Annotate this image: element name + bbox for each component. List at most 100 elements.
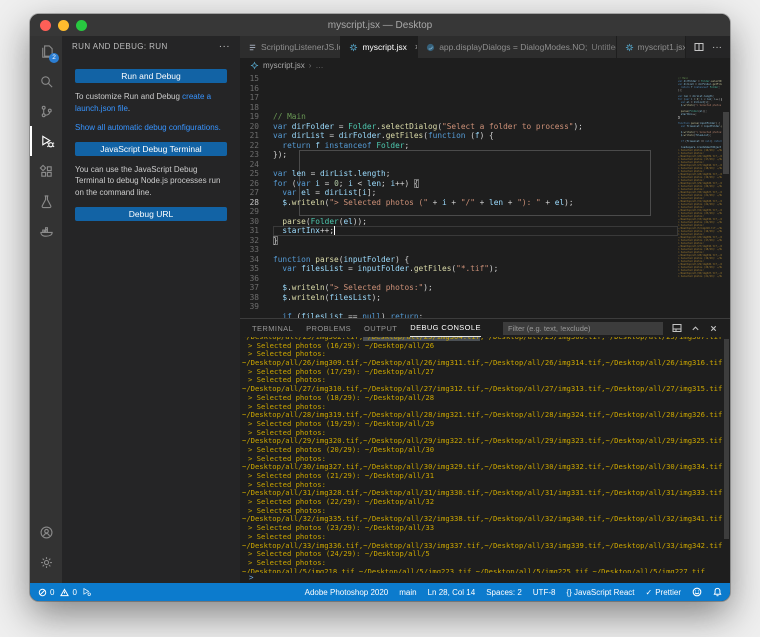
bottom-panel: TERMINAL PROBLEMS OUTPUT DEBUG CONSOLE ~… xyxy=(240,318,730,583)
code-line[interactable]: $.writeln("> Selected photos (" + i + "/… xyxy=(273,198,678,208)
tab-debug-console[interactable]: DEBUG CONSOLE xyxy=(410,319,481,337)
encoding-status[interactable]: UTF-8 xyxy=(533,588,556,597)
console-line: ~/Desktop/all/28/img319.tif,~/Desktop/al… xyxy=(242,411,723,420)
notifications-bell-icon[interactable] xyxy=(713,587,722,597)
code-line[interactable]: var dirFolder = Folder.selectDialog("Sel… xyxy=(273,122,678,132)
code-line[interactable]: $.writeln(filesList); xyxy=(273,293,678,303)
code-line[interactable] xyxy=(273,103,678,113)
code-line[interactable]: var filesList = inputFolder.getFiles("*.… xyxy=(273,264,678,274)
code-lines[interactable]: // Mainvar dirFolder = Folder.selectDial… xyxy=(266,72,678,318)
code-line[interactable]: function parse(inputFolder) { xyxy=(273,255,678,265)
console-line: > Selected photos: xyxy=(242,455,723,464)
editor-scrollbar[interactable] xyxy=(722,72,730,318)
panel-tab-bar: TERMINAL PROBLEMS OUTPUT DEBUG CONSOLE xyxy=(240,319,730,337)
console-scrollbar-thumb[interactable] xyxy=(724,339,729,539)
title-bar[interactable]: myscript.jsx — Desktop xyxy=(30,14,730,36)
code-line[interactable]: for (var i = 0; i < len; i++) { xyxy=(273,179,678,189)
console-line: > Selected photos (21/29): ~/Desktop/all… xyxy=(242,472,723,481)
tab-untitled-1[interactable]: app.displayDialogs = DialogModes.NO; Unt… xyxy=(418,36,616,58)
error-count: 0 xyxy=(50,588,54,597)
split-editor-icon[interactable] xyxy=(694,42,704,52)
source-control-icon[interactable] xyxy=(30,96,62,126)
sidebar-more-actions-icon[interactable]: ··· xyxy=(219,41,230,52)
debug-console[interactable]: ~/Desktop/all/25/img302.tif,~/Desktop/al… xyxy=(240,337,730,573)
tab-label: ScriptingListenerJS.log xyxy=(261,42,341,52)
javascript-debug-terminal-button[interactable]: JavaScript Debug Terminal xyxy=(75,142,227,156)
problems-status[interactable]: 0 0 xyxy=(38,588,77,597)
customize-text: To customize Run and Debug xyxy=(75,92,182,101)
desktop-background: myscript.jsx — Desktop 2 xyxy=(0,0,760,637)
docker-whale-icon[interactable] xyxy=(30,216,62,246)
code-line[interactable] xyxy=(273,245,678,255)
console-line: ~/Desktop/all/29/img320.tif,~/Desktop/al… xyxy=(242,437,723,446)
git-branch-status[interactable]: main xyxy=(399,588,416,597)
console-scrollbar[interactable] xyxy=(723,337,730,573)
more-actions-icon[interactable]: ··· xyxy=(712,42,722,53)
debug-status-icon[interactable] xyxy=(82,587,92,597)
code-line[interactable] xyxy=(273,160,678,170)
minimap[interactable]: // Mainvar dirFolder = Folder.selectDial… xyxy=(678,72,722,318)
sidebar-header: RUN AND DEBUG: RUN ··· xyxy=(62,36,240,57)
code-line[interactable]: var el = dirList[i]; xyxy=(273,188,678,198)
breadcrumb-file[interactable]: myscript.jsx xyxy=(263,61,305,70)
code-line[interactable]: startInx++; xyxy=(273,226,678,236)
maximize-panel-icon[interactable] xyxy=(691,324,700,333)
code-line[interactable] xyxy=(273,207,678,217)
extensions-icon[interactable] xyxy=(30,156,62,186)
code-line[interactable] xyxy=(273,302,678,312)
cursor-position-status[interactable]: Ln 28, Col 14 xyxy=(428,588,476,597)
editor-group: ScriptingListenerJS.log myscript.jsx × a… xyxy=(240,36,730,583)
warning-count: 0 xyxy=(72,588,76,597)
tab-terminal[interactable]: TERMINAL xyxy=(252,324,293,333)
tab-myscript-jsx[interactable]: myscript.jsx × xyxy=(341,36,418,58)
code-line[interactable]: // Main xyxy=(273,112,678,122)
show-debug-configurations-link[interactable]: Show all automatic debug configurations. xyxy=(75,123,221,132)
console-line: > Selected photos: xyxy=(242,403,723,412)
code-line[interactable] xyxy=(273,274,678,284)
panel-layout-icon[interactable] xyxy=(672,323,682,333)
tab-myscript1-jsx[interactable]: myscript1.jsx xyxy=(617,36,687,58)
account-icon[interactable] xyxy=(30,517,62,547)
jsx-file-icon xyxy=(250,61,259,70)
code-line[interactable]: }); xyxy=(273,150,678,160)
breadcrumb-symbol[interactable]: … xyxy=(315,61,323,70)
code-line[interactable]: } xyxy=(273,236,678,246)
formatter-status[interactable]: ✓ Prettier xyxy=(646,588,682,597)
run-and-debug-button[interactable]: Run and Debug xyxy=(75,69,227,83)
debug-url-button[interactable]: Debug URL xyxy=(75,207,227,221)
breadcrumb[interactable]: myscript.jsx › … xyxy=(240,58,730,72)
tab-scriptinglistener-log[interactable]: ScriptingListenerJS.log xyxy=(240,36,341,58)
text-cursor xyxy=(334,226,335,235)
debug-terminal-hint: You can use the JavaScript Debug Termina… xyxy=(75,164,227,199)
language-mode-status[interactable]: {} JavaScript React xyxy=(566,588,634,597)
editor-scrollbar-thumb[interactable] xyxy=(723,112,729,174)
console-line: > Selected photos (17/29): ~/Desktop/all… xyxy=(242,368,723,377)
console-line: ~/Desktop/all/30/img327.tif,~/Desktop/al… xyxy=(242,463,723,472)
code-line[interactable]: parse(Folder(el)); xyxy=(273,217,678,227)
console-line: > Selected photos: xyxy=(242,559,723,568)
code-editor[interactable]: 1516171819202122232425262728293031323334… xyxy=(240,72,730,318)
explorer-icon[interactable]: 2 xyxy=(30,36,62,66)
close-panel-icon[interactable] xyxy=(709,324,718,333)
console-line: > Selected photos (18/29): ~/Desktop/all… xyxy=(242,394,723,403)
indentation-status[interactable]: Spaces: 2 xyxy=(486,588,522,597)
search-icon[interactable] xyxy=(30,66,62,96)
console-line: > Selected photos: xyxy=(242,481,723,490)
console-line: ~/Desktop/all/33/img336.tif,~/Desktop/al… xyxy=(242,542,723,551)
window-title: myscript.jsx — Desktop xyxy=(30,20,730,31)
tab-problems[interactable]: PROBLEMS xyxy=(306,324,351,333)
console-filter-input[interactable] xyxy=(503,322,663,335)
console-input-prompt[interactable]: > xyxy=(240,573,730,583)
feedback-smiley-icon[interactable] xyxy=(692,587,702,597)
code-line[interactable]: $.writeln("> Selected photos:"); xyxy=(273,283,678,293)
tab-output[interactable]: OUTPUT xyxy=(364,324,397,333)
settings-gear-icon[interactable] xyxy=(30,547,62,577)
testing-beaker-icon[interactable] xyxy=(30,186,62,216)
app-context-status[interactable]: Adobe Photoshop 2020 xyxy=(305,588,389,597)
run-and-debug-icon[interactable] xyxy=(30,126,62,156)
code-line[interactable]: if (filesList == null) return; xyxy=(273,312,678,319)
code-line[interactable]: return f instanceof Folder; xyxy=(273,141,678,151)
code-line[interactable]: var len = dirList.length; xyxy=(273,169,678,179)
tab-sublabel: Untitled-1 xyxy=(591,42,616,52)
code-line[interactable]: var dirList = dirFolder.getFiles(functio… xyxy=(273,131,678,141)
